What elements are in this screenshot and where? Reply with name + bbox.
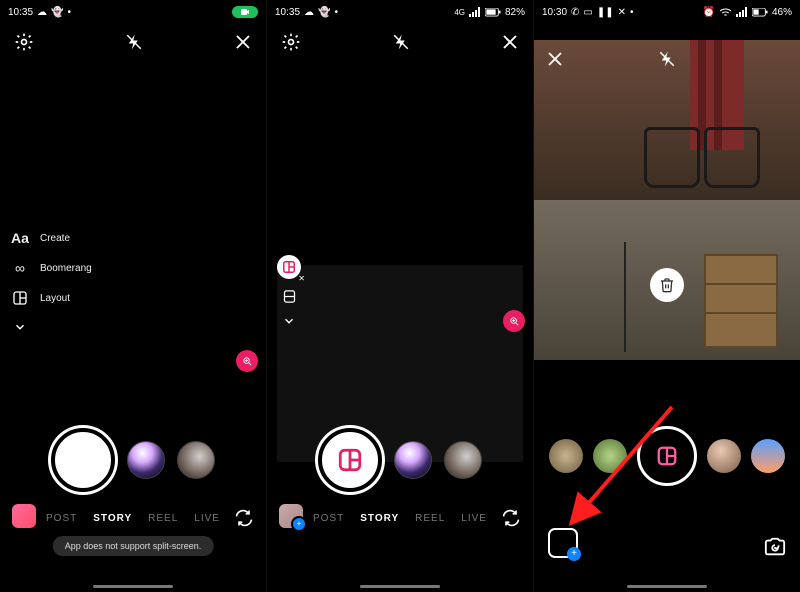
signal-icon: [736, 7, 748, 17]
chevron-down-icon[interactable]: [282, 314, 296, 328]
close-icon[interactable]: [546, 50, 564, 68]
signal-icon: [469, 7, 481, 17]
effect-thumb-1[interactable]: [127, 441, 165, 479]
mode-layout[interactable]: Layout: [10, 290, 92, 306]
phone-screenshot-1: 10:35 ☁ 👻 • Aa: [0, 0, 267, 592]
flash-off-icon[interactable]: [392, 33, 410, 51]
infinity-icon: ∞: [10, 260, 30, 276]
tab-live[interactable]: LIVE: [461, 513, 487, 524]
screen-record-pill[interactable]: [232, 6, 258, 18]
mode-boomerang-label: Boomerang: [40, 263, 92, 274]
plus-badge-icon: +: [567, 547, 581, 561]
mode-layout-label: Layout: [40, 293, 70, 304]
effect-thumb-2[interactable]: [177, 441, 215, 479]
text-aa-icon: Aa: [10, 230, 30, 246]
effect-thumb-1[interactable]: [394, 441, 432, 479]
camera-top-bar: [0, 24, 266, 60]
message-icon: ▭: [583, 7, 592, 18]
shutter-row: [267, 428, 533, 492]
home-indicator[interactable]: [627, 585, 707, 588]
status-dot: •: [334, 7, 338, 18]
battery-text: 46%: [772, 7, 792, 18]
home-indicator[interactable]: [360, 585, 440, 588]
camera-switch-icon[interactable]: [501, 508, 521, 528]
effect-thumb[interactable]: [549, 439, 583, 473]
shutter-layout-button[interactable]: [318, 428, 382, 492]
tab-story[interactable]: STORY: [360, 513, 399, 524]
layout-icon: [10, 290, 30, 306]
tripod-decor: [624, 242, 626, 352]
phone-screenshot-2: 10:35 ☁ 👻 • 4G 82%: [267, 0, 534, 592]
mode-create-label: Create: [40, 233, 70, 244]
settings-icon[interactable]: [14, 32, 34, 52]
battery-text: 82%: [505, 7, 525, 18]
zoom-button[interactable]: [236, 350, 258, 372]
cloud-icon: ☁: [37, 7, 47, 18]
status-bar: 10:30 ✆ ▭ ❚❚ ✕ • ⏰ 46%: [534, 0, 800, 24]
flash-off-icon[interactable]: [658, 50, 676, 68]
phone-screenshot-3: 10:30 ✆ ▭ ❚❚ ✕ • ⏰ 46%: [534, 0, 800, 592]
layout-capture-button[interactable]: [637, 426, 697, 486]
mode-expand[interactable]: [10, 320, 92, 334]
status-bar: 10:35 ☁ 👻 •: [0, 0, 266, 24]
gallery-add-button[interactable]: +: [548, 528, 578, 558]
snapchat-icon: 👻: [51, 7, 63, 18]
zoom-button[interactable]: [503, 310, 525, 332]
chair-decor: [644, 127, 700, 188]
status-time: 10:35: [275, 7, 300, 18]
effect-thumb[interactable]: [593, 439, 627, 473]
pause-icon: ❚❚: [597, 7, 614, 18]
flash-off-icon[interactable]: [125, 33, 143, 51]
camera-switch-icon[interactable]: [764, 536, 786, 558]
close-icon[interactable]: [234, 33, 252, 51]
settings-icon[interactable]: [281, 32, 301, 52]
wifi-icon: [719, 7, 732, 17]
network-label: 4G: [454, 8, 465, 17]
camera-switch-icon[interactable]: [234, 508, 254, 528]
effect-thumb[interactable]: [751, 439, 785, 473]
tab-reel[interactable]: REEL: [148, 513, 178, 524]
close-small-icon: ✕: [618, 7, 626, 18]
battery-icon: [485, 8, 501, 17]
effect-carousel[interactable]: [534, 426, 800, 486]
close-icon[interactable]: [501, 33, 519, 51]
status-bar: 10:35 ☁ 👻 • 4G 82%: [267, 0, 533, 24]
effect-thumb[interactable]: [707, 439, 741, 473]
shelf-decor: [704, 254, 778, 348]
mode-boomerang[interactable]: ∞ Boomerang: [10, 260, 92, 276]
shutter-row: [0, 428, 266, 492]
delete-button[interactable]: [650, 268, 684, 302]
toast-message: App does not support split-screen.: [53, 536, 214, 556]
effect-thumb-2[interactable]: [444, 441, 482, 479]
camera-top-bar: [267, 24, 533, 60]
cloud-icon: ☁: [304, 7, 314, 18]
status-dot: •: [630, 7, 634, 18]
story-mode-list: Aa Create ∞ Boomerang Layout: [10, 230, 92, 334]
alarm-icon: ⏰: [703, 7, 715, 18]
tab-post[interactable]: POST: [46, 513, 77, 524]
shutter-button[interactable]: [51, 428, 115, 492]
capture-mode-tabs: POST STORY REEL LIVE: [0, 513, 266, 524]
tab-live[interactable]: LIVE: [194, 513, 220, 524]
toast-text: App does not support split-screen.: [65, 541, 202, 551]
status-time: 10:30: [542, 7, 567, 18]
layout-tool-stack: ✕: [277, 255, 301, 328]
capture-mode-tabs: POST STORY REEL LIVE: [267, 513, 533, 524]
tab-reel[interactable]: REEL: [415, 513, 445, 524]
chair-decor: [704, 127, 760, 188]
close-mini-icon: ✕: [298, 274, 305, 283]
battery-icon: [752, 8, 768, 17]
status-dot: •: [67, 7, 71, 18]
snapchat-icon: 👻: [318, 7, 330, 18]
status-time: 10:35: [8, 7, 33, 18]
mode-create[interactable]: Aa Create: [10, 230, 92, 246]
tab-story[interactable]: STORY: [93, 513, 132, 524]
tab-post[interactable]: POST: [313, 513, 344, 524]
whatsapp-icon: ✆: [571, 7, 579, 18]
layout-selected-button[interactable]: ✕: [277, 255, 301, 279]
chevron-down-icon: [10, 320, 30, 334]
grid-option-icon[interactable]: [282, 289, 297, 304]
home-indicator[interactable]: [93, 585, 173, 588]
